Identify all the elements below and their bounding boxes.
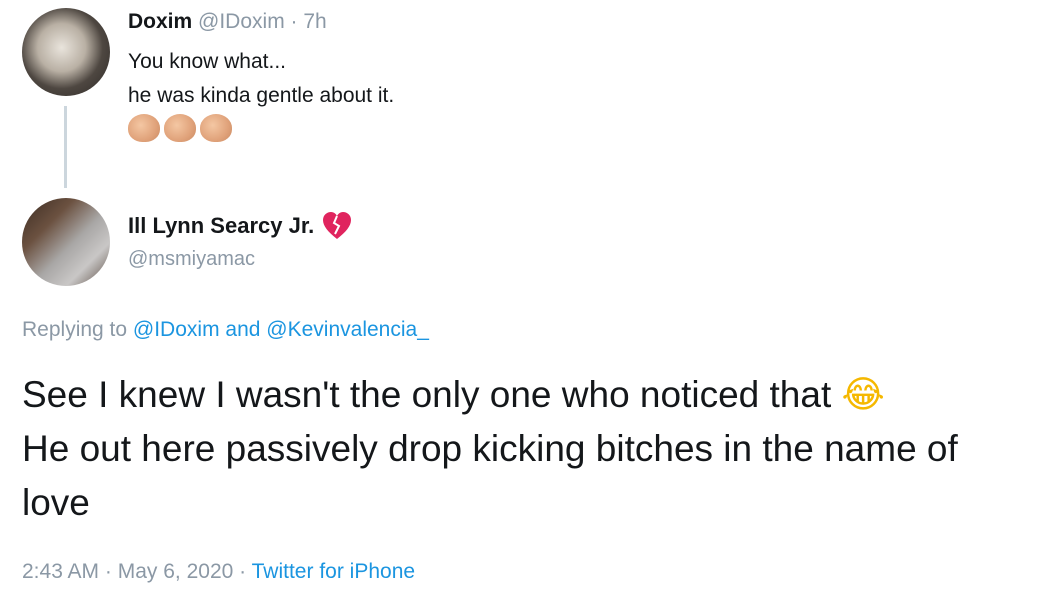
parent-handle[interactable]: @IDoxim (198, 10, 285, 33)
parent-tweet-emoji (128, 114, 232, 142)
replying-user-2[interactable]: @Kevinvalencia_ (266, 318, 429, 341)
parent-avatar[interactable] (22, 8, 110, 96)
parent-display-name[interactable]: Doxim (128, 10, 192, 33)
reply-text-line-1: See I knew I wasn't the only one who not… (22, 374, 832, 415)
thread-connector (64, 106, 67, 188)
meta-separator-1: · (104, 560, 112, 583)
tears-of-joy-icon: 😂 (841, 373, 885, 416)
tweet-source[interactable]: Twitter for iPhone (252, 560, 415, 583)
reply-display-name-row: Ill Lynn Searcy Jr. (128, 212, 352, 240)
replying-to: Replying to @IDoxim and @Kevinvalencia_ (22, 318, 429, 342)
parent-separator: · (290, 10, 298, 33)
parent-tweet-header: Doxim @IDoxim · 7h (128, 10, 327, 34)
parent-tweet-line-2: he was kinda gentle about it. (128, 84, 395, 107)
reply-text-rest: He out here passively drop kicking bitch… (22, 428, 958, 523)
clap-icon (164, 114, 196, 142)
parent-tweet-line-1: You know what... (128, 50, 286, 73)
replying-prefix: Replying to (22, 318, 128, 341)
clap-icon (128, 114, 160, 142)
clap-icon (200, 114, 232, 142)
replying-and: and (225, 318, 261, 341)
reply-display-name[interactable]: Ill Lynn Searcy Jr. (128, 213, 314, 239)
replying-user-1[interactable]: @IDoxim (133, 318, 220, 341)
reply-handle[interactable]: @msmiyamac (128, 248, 255, 271)
parent-time[interactable]: 7h (303, 10, 326, 33)
reply-tweet-text: See I knew I wasn't the only one who not… (22, 368, 1032, 530)
tweet-meta: 2:43 AM · May 6, 2020 · Twitter for iPho… (22, 560, 415, 584)
tweet-time[interactable]: 2:43 AM (22, 560, 99, 583)
broken-heart-icon (323, 212, 352, 239)
meta-separator-2: · (239, 560, 247, 583)
tweet-date[interactable]: May 6, 2020 (118, 560, 234, 583)
reply-avatar[interactable] (22, 198, 110, 286)
